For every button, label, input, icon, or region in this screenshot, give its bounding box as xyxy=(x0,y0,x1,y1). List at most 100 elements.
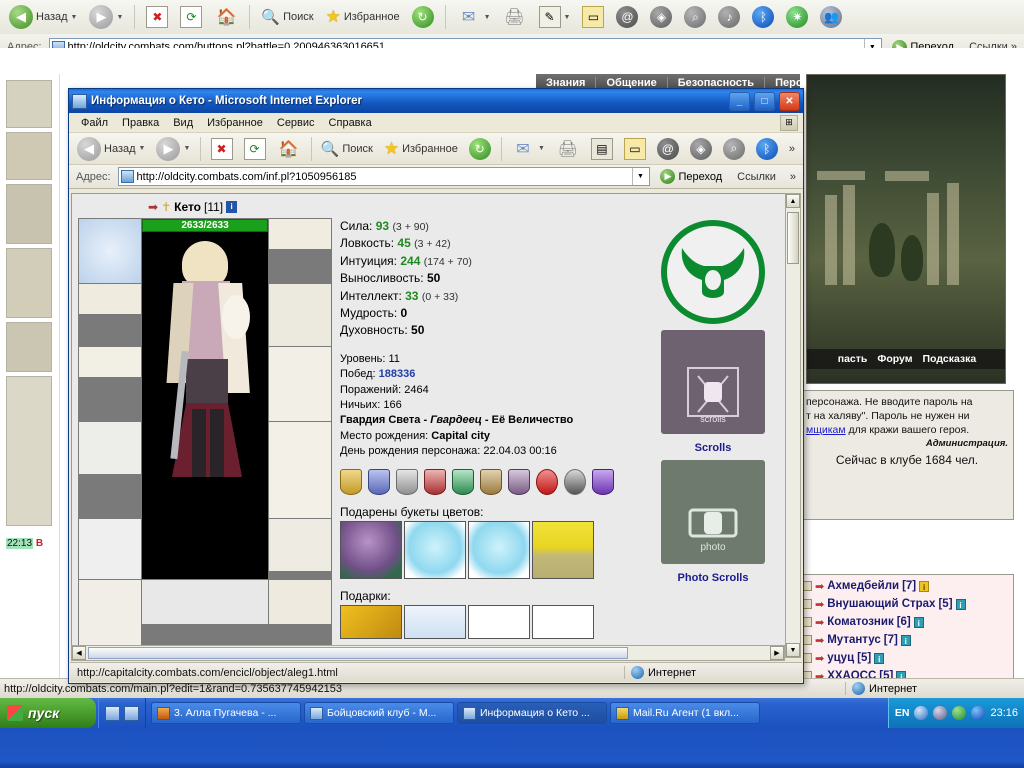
ie-icon[interactable] xyxy=(105,705,120,721)
list-item[interactable]: ➡ Внушающий Страх [5] i xyxy=(803,595,1013,613)
menu-item-edit[interactable]: Правка xyxy=(115,115,166,131)
edit-button[interactable]: ▤ xyxy=(586,134,618,164)
equip-slot-shield[interactable] xyxy=(79,519,141,579)
refresh-button[interactable]: ⟳ xyxy=(175,2,207,32)
equip-slot-shoulders[interactable] xyxy=(269,284,331,346)
arrow-right-icon[interactable]: ➡ xyxy=(815,634,824,647)
inner-vertical-scrollbar[interactable]: ▲ ▼ xyxy=(785,193,801,658)
history-button[interactable]: ↻ xyxy=(407,2,439,32)
menu-item-file[interactable]: Файл xyxy=(74,115,115,131)
chevron-down-icon[interactable]: ▼ xyxy=(71,14,78,21)
volume-icon[interactable] xyxy=(914,706,929,720)
chevron-down-icon[interactable]: ▼ xyxy=(564,14,571,21)
bouquet-blue-gypsophila[interactable] xyxy=(468,521,530,580)
user-name[interactable]: Внушающий Страх xyxy=(827,598,935,610)
equip-slot-necklace[interactable] xyxy=(79,284,141,314)
language-indicator[interactable]: EN xyxy=(895,707,910,719)
user-name[interactable]: уцуц xyxy=(827,652,854,664)
close-button[interactable]: ✕ xyxy=(779,91,800,111)
arrow-right-icon[interactable]: ➡ xyxy=(815,652,824,665)
rail-item[interactable] xyxy=(6,376,52,526)
medal-icon[interactable] xyxy=(480,469,502,496)
go-button[interactable]: ▶ Переход xyxy=(654,168,728,185)
equip-slot-cloak[interactable] xyxy=(269,422,331,518)
toolbar-overflow-button[interactable]: » xyxy=(784,142,800,156)
equip-slot-belt[interactable] xyxy=(269,519,331,571)
taskbar-item-mailru-agent[interactable]: Mail.Ru Агент (1 вкл... xyxy=(610,702,760,724)
scene-nav-item-hint[interactable]: Подсказка xyxy=(923,353,977,365)
scene-nav-item-0[interactable]: пасть xyxy=(838,353,868,365)
info-icon[interactable]: i xyxy=(955,598,966,610)
menu-item-favorites[interactable]: Избранное xyxy=(200,115,270,131)
chevron-down-icon[interactable]: ▼ xyxy=(116,14,123,21)
medal-icon[interactable] xyxy=(508,469,530,496)
search-input[interactable]: http://oldcity.combats.com/inf.pl?105095… xyxy=(117,167,651,186)
photo-scrolls-banner-icon[interactable]: photo xyxy=(661,460,765,564)
medal-icon[interactable] xyxy=(592,469,614,496)
rail-item[interactable] xyxy=(6,248,52,318)
back-button[interactable]: ◀ Назад ▼ xyxy=(72,134,150,164)
info-icon[interactable]: i xyxy=(874,652,885,664)
rail-item[interactable] xyxy=(6,80,52,128)
taskbar-item-combats[interactable]: Бойцовский клуб - М... xyxy=(304,702,454,724)
info-icon[interactable]: i xyxy=(913,616,924,628)
gift-empty[interactable] xyxy=(532,605,594,640)
scroll-icon[interactable] xyxy=(803,635,812,645)
list-item[interactable]: ➡ Коматозник [6] i xyxy=(803,613,1013,631)
arrow-right-icon[interactable]: ➡ xyxy=(815,580,824,593)
equip-slot-gloves[interactable] xyxy=(79,422,141,474)
chevron-down-icon[interactable]: ▼ xyxy=(183,145,190,152)
info-icon[interactable]: i xyxy=(226,201,238,213)
home-button[interactable]: 🏠 xyxy=(272,134,306,164)
medal-icon[interactable] xyxy=(564,469,586,496)
shield-button[interactable]: ◈ xyxy=(685,134,717,164)
mail-button[interactable]: ✉ ▼ xyxy=(506,134,550,164)
info-icon[interactable]: i xyxy=(900,634,911,646)
mailru-icon[interactable] xyxy=(952,706,967,720)
tray-clock[interactable]: 23:16 xyxy=(990,707,1018,719)
equip-slot-boots[interactable] xyxy=(269,580,331,624)
inner-horizontal-scrollbar[interactable]: ◀ ▶ xyxy=(71,645,785,661)
explorer-icon[interactable] xyxy=(124,705,139,721)
stop-button[interactable]: ✖ xyxy=(141,2,173,32)
equip-slot-rings[interactable] xyxy=(79,347,141,377)
gift-hokkei-pack[interactable] xyxy=(404,605,466,640)
equip-slot-earrings[interactable] xyxy=(269,219,331,249)
links-button[interactable]: Ссылки xyxy=(732,170,781,184)
address-overflow-button[interactable]: » xyxy=(785,170,801,184)
scroll-left-arrow-icon[interactable]: ◀ xyxy=(72,646,86,660)
chevron-down-icon[interactable]: ▼ xyxy=(538,145,545,152)
messenger-button[interactable]: @ xyxy=(611,2,643,32)
rail-item[interactable] xyxy=(6,322,52,372)
scrolls-banner-icon[interactable]: scrolls xyxy=(661,330,765,434)
print-button[interactable]: 🖨 xyxy=(551,134,585,164)
medal-icon[interactable] xyxy=(396,469,418,496)
menu-item-tools[interactable]: Сервис xyxy=(270,115,322,131)
scroll-icon[interactable] xyxy=(803,653,812,663)
rail-item[interactable] xyxy=(6,184,52,244)
mail-button[interactable]: ✉ ▼ xyxy=(452,2,496,32)
forward-button[interactable]: ▶ ▼ xyxy=(84,2,128,32)
medal-icon[interactable] xyxy=(536,469,558,496)
list-item[interactable]: ➡ уцуц [5] i xyxy=(803,649,1013,667)
search-button[interactable]: 🔍 Поиск xyxy=(256,2,318,32)
info-icon[interactable]: i xyxy=(919,580,930,592)
taskbar-item-character-info[interactable]: Информация о Кето ... xyxy=(457,702,607,724)
bouquet-yellow-roses[interactable] xyxy=(532,521,594,580)
forward-button[interactable]: ▶ ▼ xyxy=(151,134,195,164)
chevron-down-icon[interactable]: ▼ xyxy=(139,145,146,152)
inner-window-titlebar[interactable]: Информация о Кето - Microsoft Internet E… xyxy=(69,89,803,113)
scroll-right-arrow-icon[interactable]: ▶ xyxy=(770,646,784,660)
chevron-down-icon[interactable]: ▼ xyxy=(632,168,647,185)
medal-icon[interactable] xyxy=(452,469,474,496)
user-name[interactable]: Коматозник xyxy=(827,616,893,628)
bluetooth-button[interactable]: ᛒ xyxy=(747,2,779,32)
rail-item[interactable] xyxy=(6,132,52,180)
scroll-down-arrow-icon[interactable]: ▼ xyxy=(786,643,800,657)
scroll-thumb[interactable] xyxy=(787,212,799,264)
equip-slot-pants[interactable] xyxy=(79,580,141,652)
notice-link[interactable]: мщикам xyxy=(806,424,846,436)
menu-item-view[interactable]: Вид xyxy=(166,115,200,131)
bluetooth-button[interactable]: ᛒ xyxy=(751,134,783,164)
discuss-button[interactable]: ▭ xyxy=(619,134,651,164)
